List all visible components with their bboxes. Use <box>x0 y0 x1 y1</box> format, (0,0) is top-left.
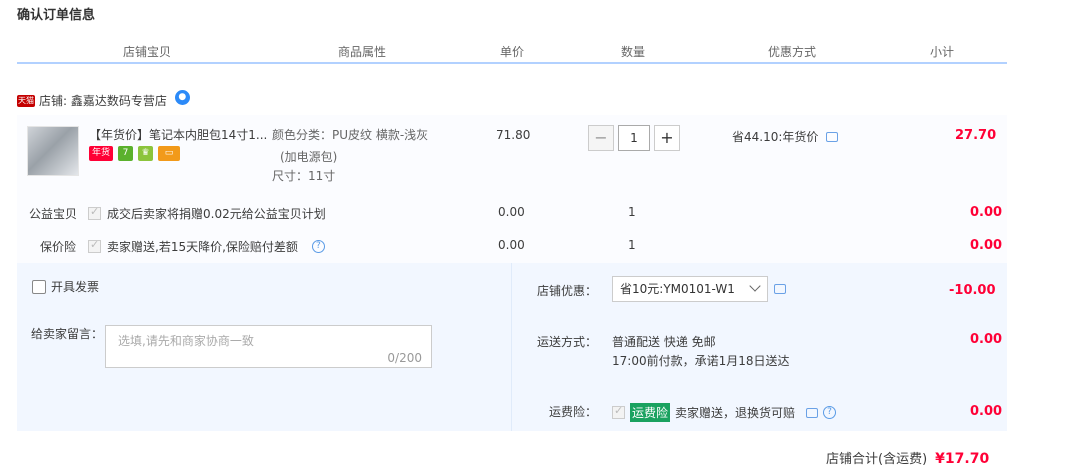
quantity-stepper: − 1 + <box>588 125 680 151</box>
charity-price: 0.00 <box>498 205 525 219</box>
new-year-badge-icon: 年货 <box>89 146 113 161</box>
product-badges: 年货 7 ♛ ▭ <box>89 146 180 161</box>
shipping-details: 普通配送 快递 免邮 17:00前付款，承诺1月18日送达 <box>612 333 790 371</box>
chevron-down-icon <box>749 280 761 292</box>
quantity-decrease-button[interactable]: − <box>588 125 614 151</box>
freight-insurance-tag: 运费险 <box>630 403 671 422</box>
invoice-option[interactable]: 开具发票 <box>32 278 99 295</box>
freight-insurance-text: 卖家赠送，退换货可赔 <box>675 406 796 420</box>
shop-line: 天猫 店铺: 鑫嘉达数码专营店 ● <box>17 90 190 109</box>
credit-card-icon: ▭ <box>158 146 180 161</box>
message-icon[interactable] <box>774 284 786 294</box>
charity-text: 成交后卖家将捐赠0.02元给公益宝贝计划 <box>107 207 326 221</box>
freight-insurance-checkbox[interactable] <box>612 404 625 419</box>
message-icon[interactable] <box>806 407 819 418</box>
price-insurance-text: 卖家赠送,若15天降价,保险赔付差额 <box>107 240 298 254</box>
charity-checkbox[interactable] <box>88 205 101 220</box>
quantity-increase-button[interactable]: + <box>654 125 680 151</box>
freight-insurance-amount: 0.00 <box>970 404 1003 419</box>
tmall-badge-icon: 天猫 <box>17 94 35 107</box>
column-header-attributes: 商品属性 <box>337 45 386 59</box>
freight-insurance-option: 运费险 卖家赠送，退换货可赔 ? <box>612 403 837 422</box>
product-title-link[interactable]: 【年货价】笔记本内胆包14寸1... <box>89 126 269 143</box>
attribute-size: 尺寸：11寸 <box>272 169 336 183</box>
column-header-price: 单价 <box>499 45 524 59</box>
guarantee-icon: ♛ <box>138 146 153 161</box>
shop-total: 店铺合计(含运费) ¥17.70 <box>826 448 989 467</box>
attribute-color: 颜色分类：PU皮纹 横款-浅灰 <box>272 128 429 142</box>
shipping-method: 普通配送 快递 免邮 <box>612 335 716 349</box>
message-label: 给卖家留言： <box>31 327 104 341</box>
column-header-shop-item: 店铺宝贝 <box>122 45 171 59</box>
table-header: 店铺宝贝 商品属性 单价 数量 优惠方式 小计 <box>17 40 1007 64</box>
column-header-quantity: 数量 <box>620 45 645 59</box>
charity-quantity: 1 <box>628 205 636 219</box>
shipping-amount: 0.00 <box>970 332 1003 347</box>
charity-subtotal: 0.00 <box>970 205 1003 220</box>
shop-discount-label: 店铺优惠： <box>537 284 598 298</box>
item-discount: 省44.10:年货价 <box>732 128 839 145</box>
item-subtotal: 27.70 <box>955 128 997 143</box>
item-price: 71.80 <box>496 128 531 142</box>
wangwang-icon[interactable]: ● <box>174 90 190 105</box>
discount-text: 省44.10:年货价 <box>732 130 819 144</box>
shipping-promise: 17:00前付款，承诺1月18日送达 <box>612 354 790 368</box>
shop-discount-selected: 省10元:YM0101-W1 <box>620 282 735 296</box>
page-title: 确认订单信息 <box>17 8 96 23</box>
message-counter: 0/200 <box>387 351 422 365</box>
message-placeholder: 选填,请先和商家协商一致 <box>118 334 254 348</box>
help-icon[interactable]: ? <box>823 406 837 419</box>
shop-discount-amount: -10.00 <box>949 283 996 298</box>
shop-total-amount: ¥17.70 <box>935 451 990 467</box>
price-insurance-option: 卖家赠送,若15天降价,保险赔付差额 ? <box>88 238 325 255</box>
price-insurance-subtotal: 0.00 <box>970 238 1003 253</box>
seven-day-return-icon: 7 <box>118 146 133 161</box>
charity-label: 公益宝贝 <box>29 207 78 221</box>
charity-option: 成交后卖家将捐赠0.02元给公益宝贝计划 <box>88 205 326 222</box>
help-icon[interactable]: ? <box>311 240 325 253</box>
shipping-label: 运送方式： <box>537 335 598 349</box>
shop-discount-select[interactable]: 省10元:YM0101-W1 <box>612 276 768 302</box>
price-insurance-price: 0.00 <box>498 238 525 252</box>
shop-name[interactable]: 店铺: 鑫嘉达数码专营店 <box>39 92 167 109</box>
freight-insurance-label: 运费险： <box>549 405 598 419</box>
invoice-checkbox[interactable] <box>32 279 46 294</box>
message-icon[interactable] <box>826 131 839 142</box>
price-insurance-checkbox[interactable] <box>88 238 101 253</box>
price-insurance-label: 保价险 <box>40 240 77 254</box>
product-image[interactable] <box>27 126 79 176</box>
price-insurance-quantity: 1 <box>628 238 636 252</box>
attribute-color-extra: (加电源包) <box>280 150 338 164</box>
column-header-subtotal: 小计 <box>929 45 954 59</box>
message-textarea[interactable]: 选填,请先和商家协商一致 0/200 <box>105 325 432 368</box>
shop-total-label: 店铺合计(含运费) <box>826 452 928 467</box>
quantity-input[interactable]: 1 <box>618 125 650 151</box>
column-header-discount: 优惠方式 <box>767 45 816 59</box>
invoice-label: 开具发票 <box>51 280 100 294</box>
